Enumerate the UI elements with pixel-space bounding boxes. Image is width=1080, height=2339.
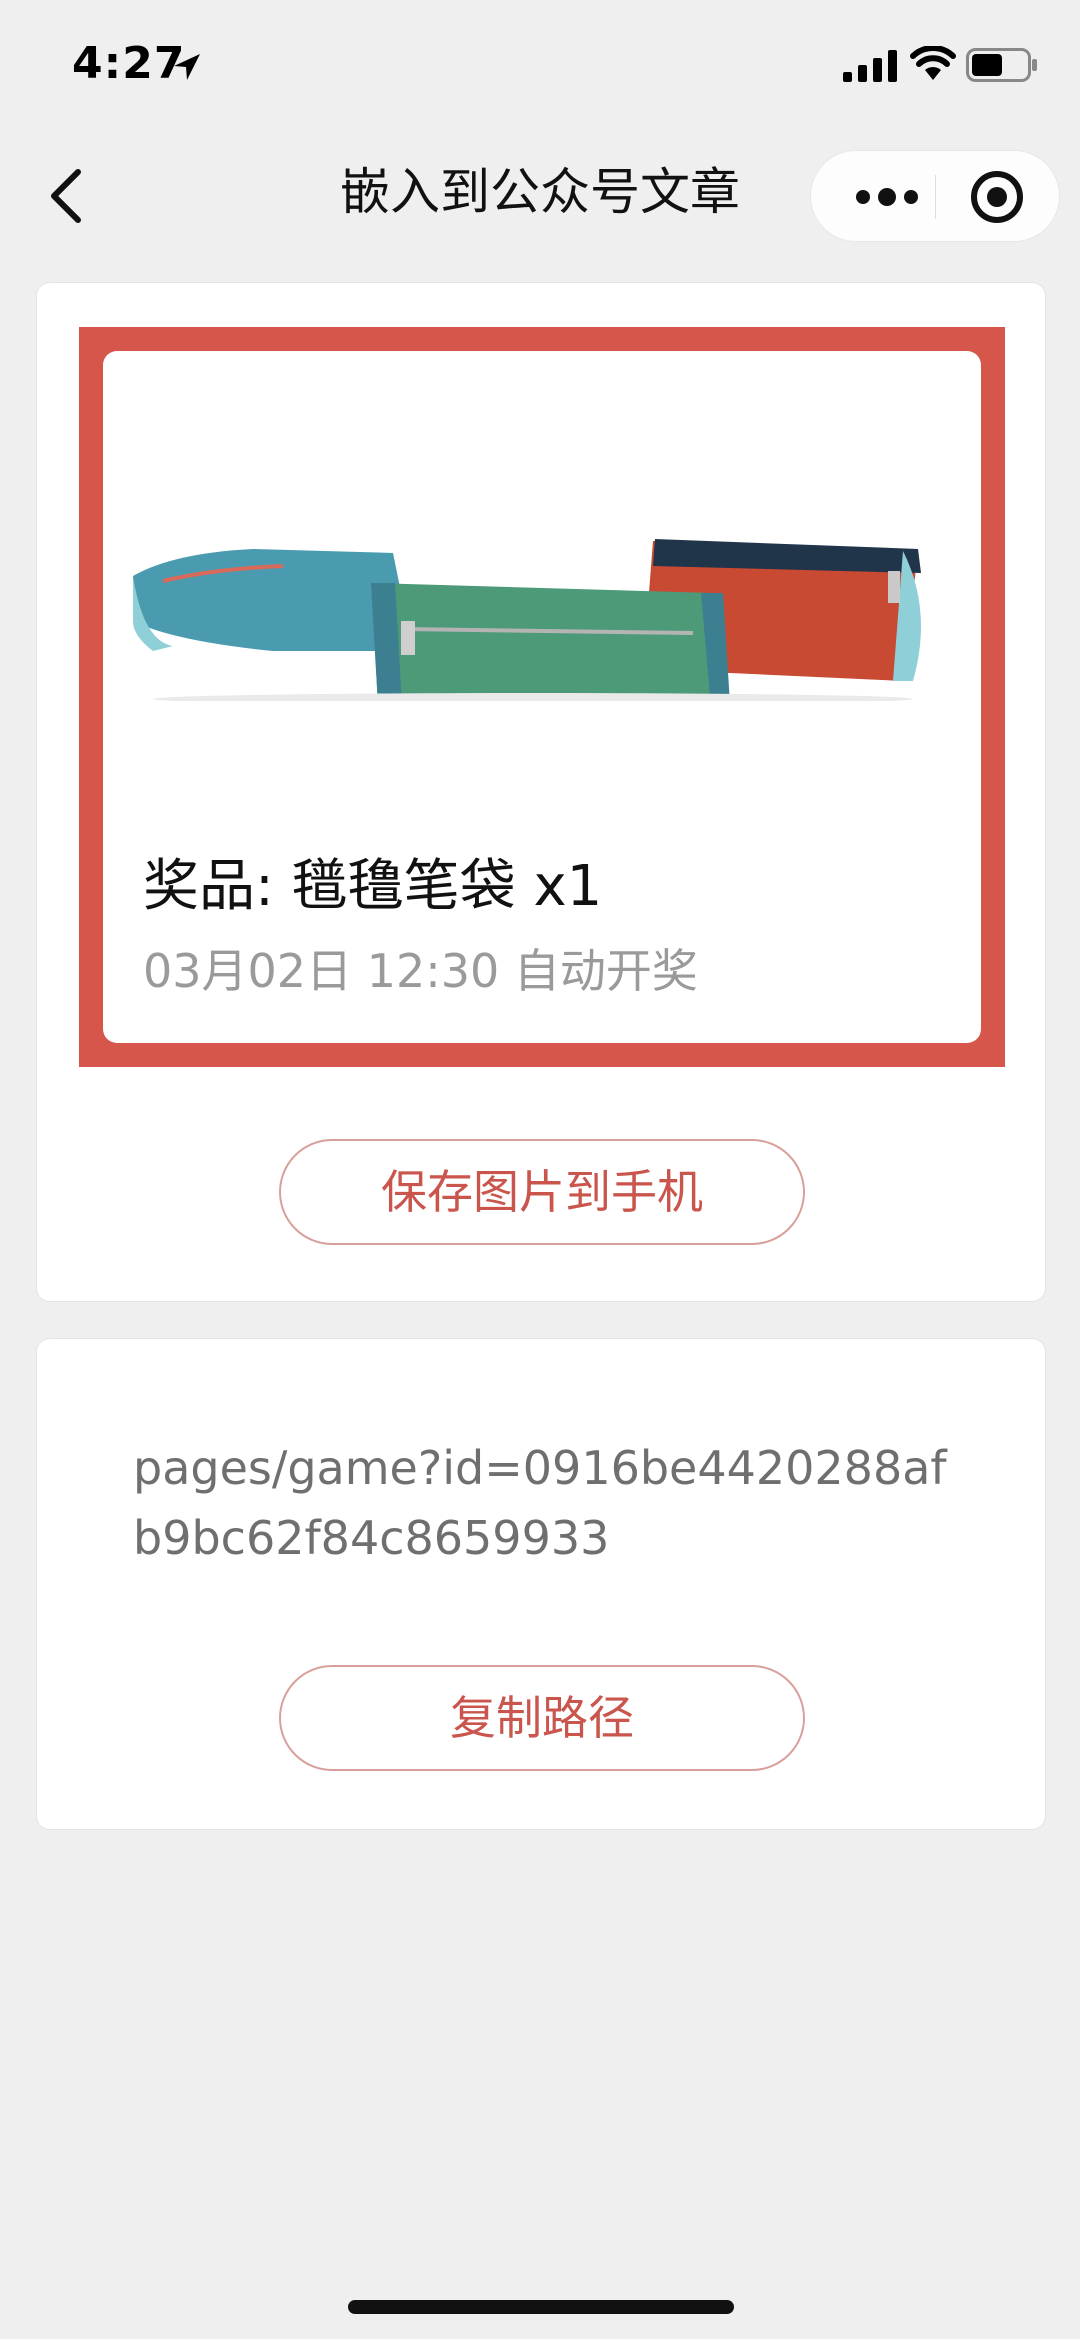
cellular-signal-icon	[843, 50, 897, 82]
capsule-divider	[935, 175, 936, 219]
menu-capsule	[810, 150, 1060, 242]
prize-name: 奖品: 氆氇笔袋 x1	[143, 854, 603, 919]
poster-frame: 奖品: 氆氇笔袋 x1 03月02日 12:30 自动开奖	[79, 327, 1005, 1067]
save-image-button[interactable]: 保存图片到手机	[279, 1139, 805, 1245]
battery-icon	[966, 48, 1037, 82]
navigation-bar: 嵌入到公众号文章	[0, 130, 1080, 254]
poster-card: 奖品: 氆氇笔袋 x1 03月02日 12:30 自动开奖 保存图片到手机	[36, 282, 1046, 1302]
poster-content: 奖品: 氆氇笔袋 x1 03月02日 12:30 自动开奖	[103, 351, 981, 1043]
location-arrow-icon	[174, 54, 200, 80]
status-time: 4:27	[72, 38, 186, 89]
home-indicator[interactable]	[348, 2300, 734, 2314]
target-close-icon	[971, 171, 1023, 223]
path-card: pages/game?id=0916be4420288afb9bc62f84c8…	[36, 1338, 1046, 1830]
page-path-text: pages/game?id=0916be4420288afb9bc62f84c8…	[133, 1441, 947, 1565]
status-bar: 4:27	[0, 0, 1080, 130]
wifi-icon	[910, 46, 956, 80]
copy-path-button[interactable]: 复制路径	[279, 1665, 805, 1771]
more-dots-icon	[856, 188, 918, 206]
close-button[interactable]	[967, 167, 1027, 227]
product-image	[133, 539, 921, 701]
draw-time: 03月02日 12:30 自动开奖	[143, 944, 698, 998]
more-button[interactable]	[847, 179, 927, 215]
